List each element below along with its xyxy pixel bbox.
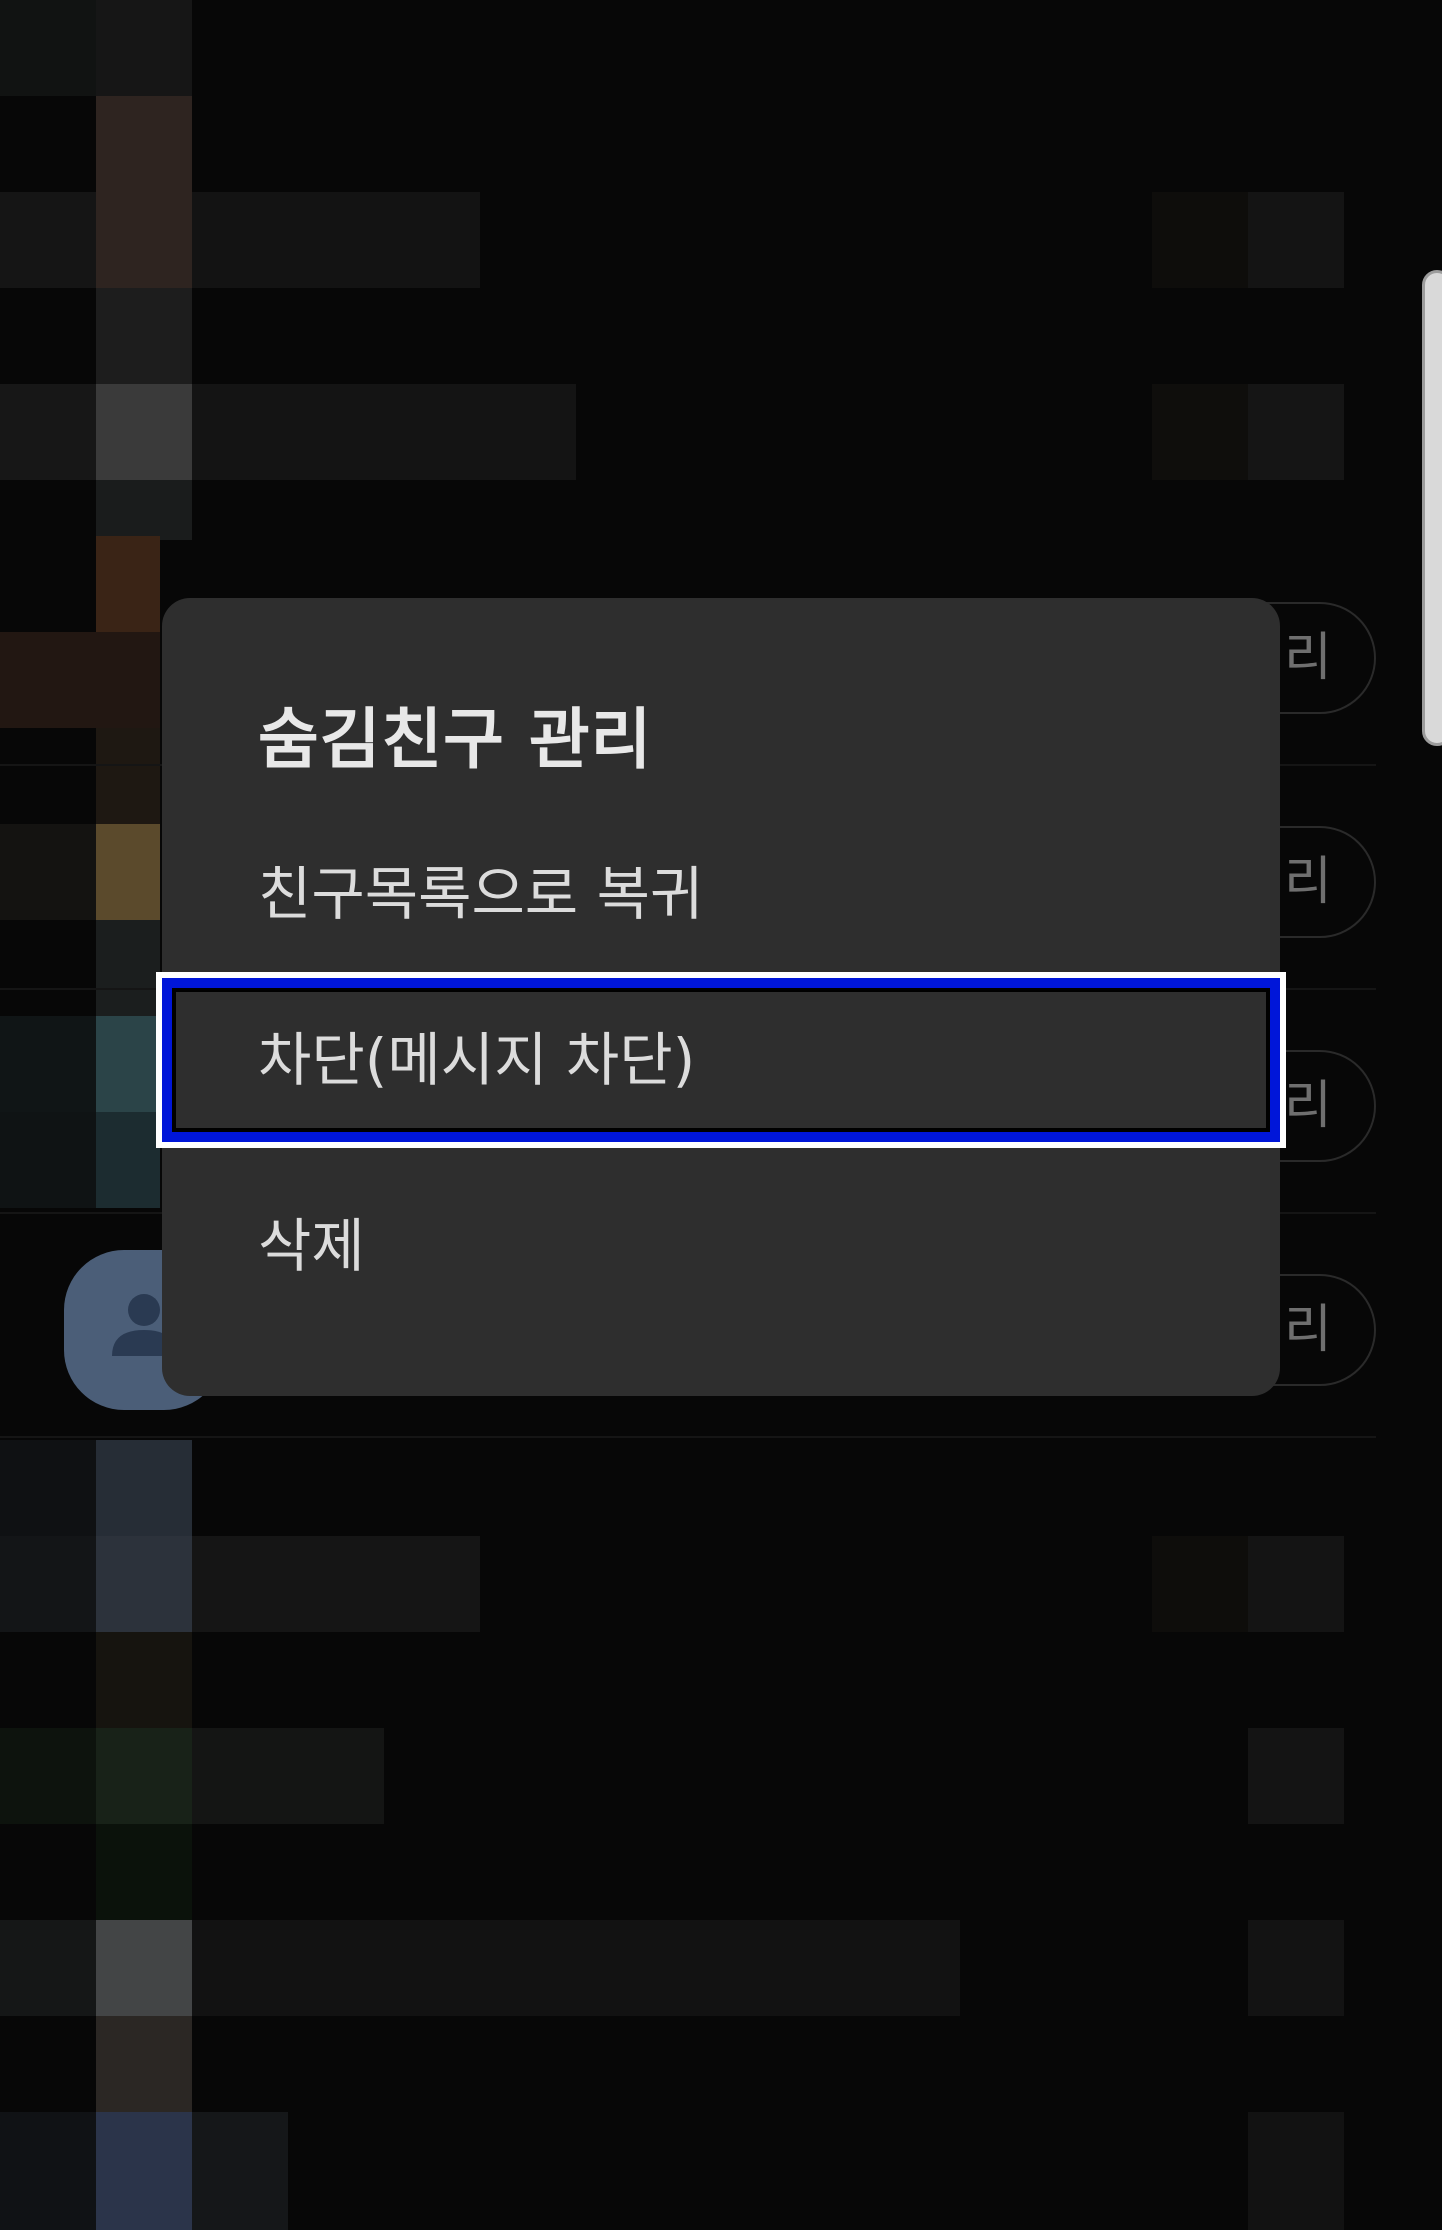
- manage-label: 리: [1284, 852, 1332, 912]
- hidden-friend-manage-dialog: 숨김친구 관리 친구목록으로 복귀 차단(메시지 차단) 삭제: [156, 598, 1286, 1396]
- option-label: 차단(메시지 차단): [258, 1026, 696, 1094]
- scrollbar-handle[interactable]: [1422, 270, 1442, 746]
- dialog-title: 숨김친구 관리: [258, 701, 653, 778]
- option-label: 친구목록으로 복귀: [258, 860, 704, 928]
- manage-label: 리: [1284, 1300, 1332, 1360]
- delete-option[interactable]: 삭제: [162, 1158, 1280, 1334]
- manage-label: 리: [1284, 628, 1332, 688]
- block-option[interactable]: 차단(메시지 차단): [156, 972, 1286, 1148]
- restore-to-friends-option[interactable]: 친구목록으로 복귀: [162, 806, 1280, 982]
- screen: 리 리 리 리 숨김친구 관리 친구목록으로 복귀 차단(메시지 차단) 삭제: [0, 0, 1442, 2230]
- list-divider: [0, 1436, 1376, 1438]
- manage-label: 리: [1284, 1076, 1332, 1136]
- option-label: 삭제: [258, 1212, 365, 1280]
